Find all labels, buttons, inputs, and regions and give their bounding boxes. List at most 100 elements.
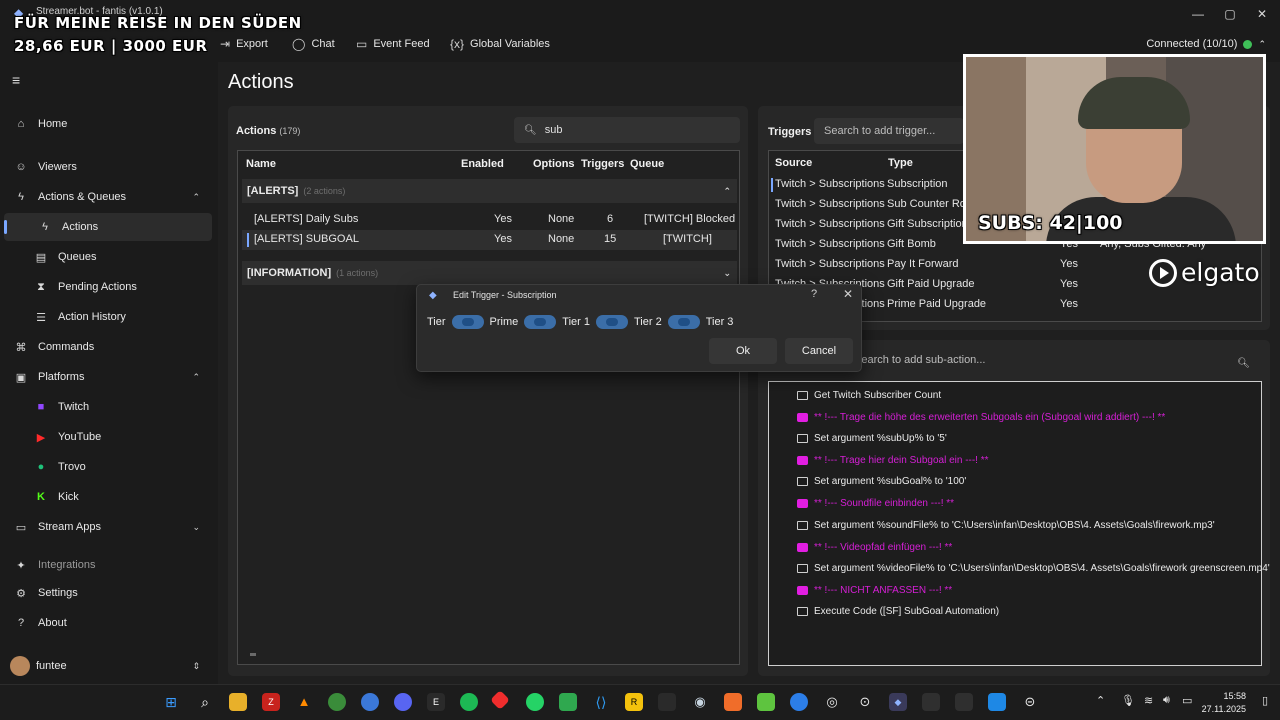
sidebar-item-action-history[interactable]: ☰ Action History bbox=[0, 303, 212, 331]
sidebar-item-integrations[interactable]: ✦ Integrations bbox=[0, 559, 212, 575]
sidebar-item-commands[interactable]: ⌘ Commands bbox=[0, 333, 212, 361]
epic-games-icon[interactable]: E bbox=[427, 693, 445, 711]
connection-status[interactable]: Connected (10/10) ⌃ bbox=[1146, 38, 1266, 50]
app-icon[interactable]: ⊙ bbox=[856, 693, 874, 711]
sidebar-item-queues[interactable]: ▤ Queues bbox=[0, 243, 212, 271]
chrome-profile-icon[interactable] bbox=[361, 693, 379, 711]
sidebar-item-pending-actions[interactable]: ⧗ Pending Actions bbox=[0, 273, 212, 301]
column-header-enabled[interactable]: Enabled bbox=[461, 158, 504, 170]
subaction-item[interactable]: Execute Code ([SF] SubGoal Automation) bbox=[797, 602, 999, 620]
column-header-options[interactable]: Options bbox=[533, 158, 575, 170]
tier-toggle[interactable] bbox=[451, 315, 484, 329]
steam-icon[interactable]: ◉ bbox=[691, 693, 709, 711]
sidebar-item-about[interactable]: ? About bbox=[0, 609, 212, 637]
dialog-close-button[interactable]: ✕ bbox=[843, 287, 853, 301]
column-header-type[interactable]: Type bbox=[888, 157, 913, 169]
filezilla-icon[interactable]: Z bbox=[262, 693, 280, 711]
app-icon[interactable] bbox=[955, 693, 973, 711]
close-button[interactable]: ✕ bbox=[1254, 6, 1270, 22]
sidebar-item-trovo[interactable]: ● Trovo bbox=[0, 453, 212, 481]
app-icon[interactable]: ⊝ bbox=[1021, 693, 1039, 711]
sidebar-item-actions[interactable]: ϟ Actions bbox=[4, 213, 212, 241]
actions-search-input[interactable]: 🔍︎ sub bbox=[514, 117, 740, 143]
subaction-comment[interactable]: ** !--- NICHT ANFASSEN ---! ** bbox=[797, 581, 952, 599]
vscode-icon[interactable]: ⟨⟩ bbox=[592, 693, 610, 711]
chevron-up-icon[interactable]: ⌃ bbox=[723, 186, 731, 197]
sidebar-item-kick[interactable]: K Kick bbox=[0, 483, 212, 511]
app-icon[interactable] bbox=[757, 693, 775, 711]
search-icon[interactable]: ⌕ bbox=[196, 693, 214, 711]
tier2-toggle[interactable] bbox=[667, 315, 700, 329]
column-header-source[interactable]: Source bbox=[775, 157, 812, 169]
volume-icon[interactable]: 🔊︎ bbox=[1163, 694, 1170, 707]
discord-icon[interactable] bbox=[394, 693, 412, 711]
group-row-alerts[interactable]: [ALERTS] (2 actions) ⌃ bbox=[242, 179, 737, 203]
app-icon[interactable] bbox=[658, 693, 676, 711]
prime-toggle[interactable] bbox=[524, 315, 557, 329]
export-button[interactable]: ⇥ Export bbox=[220, 37, 268, 51]
tier1-toggle[interactable] bbox=[596, 315, 628, 329]
app-icon[interactable] bbox=[922, 693, 940, 711]
microphone-icon[interactable]: 🎙︎ bbox=[1121, 694, 1135, 707]
action-name: [ALERTS] SUBGOAL bbox=[254, 233, 359, 245]
user-profile[interactable]: funtee ⇕ bbox=[0, 652, 212, 680]
global-variables-button[interactable]: {x} Global Variables bbox=[450, 37, 550, 51]
help-button[interactable]: ? bbox=[811, 288, 817, 300]
app-icon[interactable] bbox=[724, 693, 742, 711]
notifications-icon[interactable]: ▯ bbox=[1262, 694, 1268, 707]
sidebar-item-youtube[interactable]: ▶ YouTube bbox=[0, 423, 212, 451]
event-feed-button[interactable]: ▭ Event Feed bbox=[356, 37, 430, 51]
sidebar-item-home[interactable]: ⌂ Home bbox=[0, 110, 212, 138]
streamerbot-taskbar-icon[interactable]: ◆ bbox=[889, 693, 907, 711]
app-icon[interactable] bbox=[559, 693, 577, 711]
cancel-button[interactable]: Cancel bbox=[785, 338, 853, 364]
column-header-name[interactable]: Name bbox=[246, 158, 276, 170]
system-clock[interactable]: 15:58 27.11.2025 bbox=[1202, 690, 1246, 716]
subaction-comment[interactable]: ** !--- Trage die höhe des erweiterten S… bbox=[797, 408, 1165, 426]
subaction-item[interactable]: Set argument %videoFile% to 'C:\Users\in… bbox=[797, 559, 1270, 577]
vlc-icon[interactable]: ▲ bbox=[295, 693, 313, 711]
app-icon[interactable] bbox=[490, 690, 510, 710]
group-row-information[interactable]: [INFORMATION] (1 actions) ⌄ bbox=[242, 261, 737, 285]
battery-icon[interactable]: ▭ bbox=[1182, 694, 1192, 707]
app-icon[interactable] bbox=[790, 693, 808, 711]
maximize-button[interactable]: ▢ bbox=[1222, 6, 1238, 22]
sidebar-item-actions-queues[interactable]: ϟ Actions & Queues ⌃ bbox=[0, 183, 212, 211]
spotify-icon[interactable] bbox=[460, 693, 478, 711]
subaction-item[interactable]: Set argument %subGoal% to '100' bbox=[797, 472, 966, 490]
wifi-icon[interactable]: ≋ bbox=[1144, 694, 1153, 707]
table-row[interactable]: [ALERTS] Daily Subs Yes None 6 [TWITCH] … bbox=[242, 210, 737, 230]
sidebar-item-stream-apps[interactable]: ▭ Stream Apps ⌄ bbox=[0, 513, 212, 541]
subaction-comment[interactable]: ** !--- Trage hier dein Subgoal ein ---!… bbox=[797, 451, 989, 469]
trigger-search-input[interactable]: Search to add trigger... bbox=[814, 118, 964, 144]
subaction-comment[interactable]: ** !--- Videopfad einfügen ---! ** bbox=[797, 538, 952, 556]
sidebar-item-platforms[interactable]: ▣ Platforms ⌃ bbox=[0, 363, 212, 391]
table-row[interactable]: [ALERTS] SUBGOAL Yes None 15 [TWITCH] bbox=[242, 230, 737, 250]
horizontal-scrollbar[interactable] bbox=[250, 653, 256, 656]
chrome-icon[interactable] bbox=[328, 693, 346, 711]
column-header-triggers[interactable]: Triggers bbox=[581, 158, 624, 170]
ok-button[interactable]: Ok bbox=[709, 338, 777, 364]
subaction-item[interactable]: Get Twitch Subscriber Count bbox=[797, 386, 941, 404]
subaction-item[interactable]: Set argument %subUp% to '5' bbox=[797, 429, 947, 447]
pending-icon: ⧗ bbox=[37, 280, 45, 293]
minimize-button[interactable]: — bbox=[1190, 6, 1206, 22]
column-header-queue[interactable]: Queue bbox=[630, 158, 664, 170]
windows-start-icon[interactable]: ⊞ bbox=[162, 693, 180, 711]
sidebar-item-twitch[interactable]: ■ Twitch bbox=[0, 393, 212, 421]
file-explorer-icon[interactable] bbox=[229, 693, 247, 711]
chevron-down-icon[interactable]: ⌄ bbox=[723, 268, 731, 279]
subaction-comment[interactable]: ** !--- Soundfile einbinden ---! ** bbox=[797, 494, 954, 512]
whatsapp-icon[interactable] bbox=[526, 693, 544, 711]
obs-icon[interactable]: ◎ bbox=[823, 693, 841, 711]
app-icon[interactable] bbox=[988, 693, 1006, 711]
subaction-search-input[interactable]: Search to add sub-action... 🔍︎ bbox=[854, 354, 1258, 376]
rockstar-icon[interactable]: R bbox=[625, 693, 643, 711]
chat-button[interactable]: ◯ Chat bbox=[292, 37, 335, 51]
hamburger-menu-icon[interactable]: ≡ bbox=[12, 72, 20, 88]
avatar bbox=[10, 656, 30, 676]
tray-chevron-icon[interactable]: ⌃ bbox=[1096, 694, 1105, 707]
sidebar-item-viewers[interactable]: ☺ Viewers bbox=[0, 153, 212, 181]
subaction-item[interactable]: Set argument %soundFile% to 'C:\Users\in… bbox=[797, 516, 1215, 534]
sidebar-item-settings[interactable]: ⚙ Settings bbox=[0, 579, 212, 607]
